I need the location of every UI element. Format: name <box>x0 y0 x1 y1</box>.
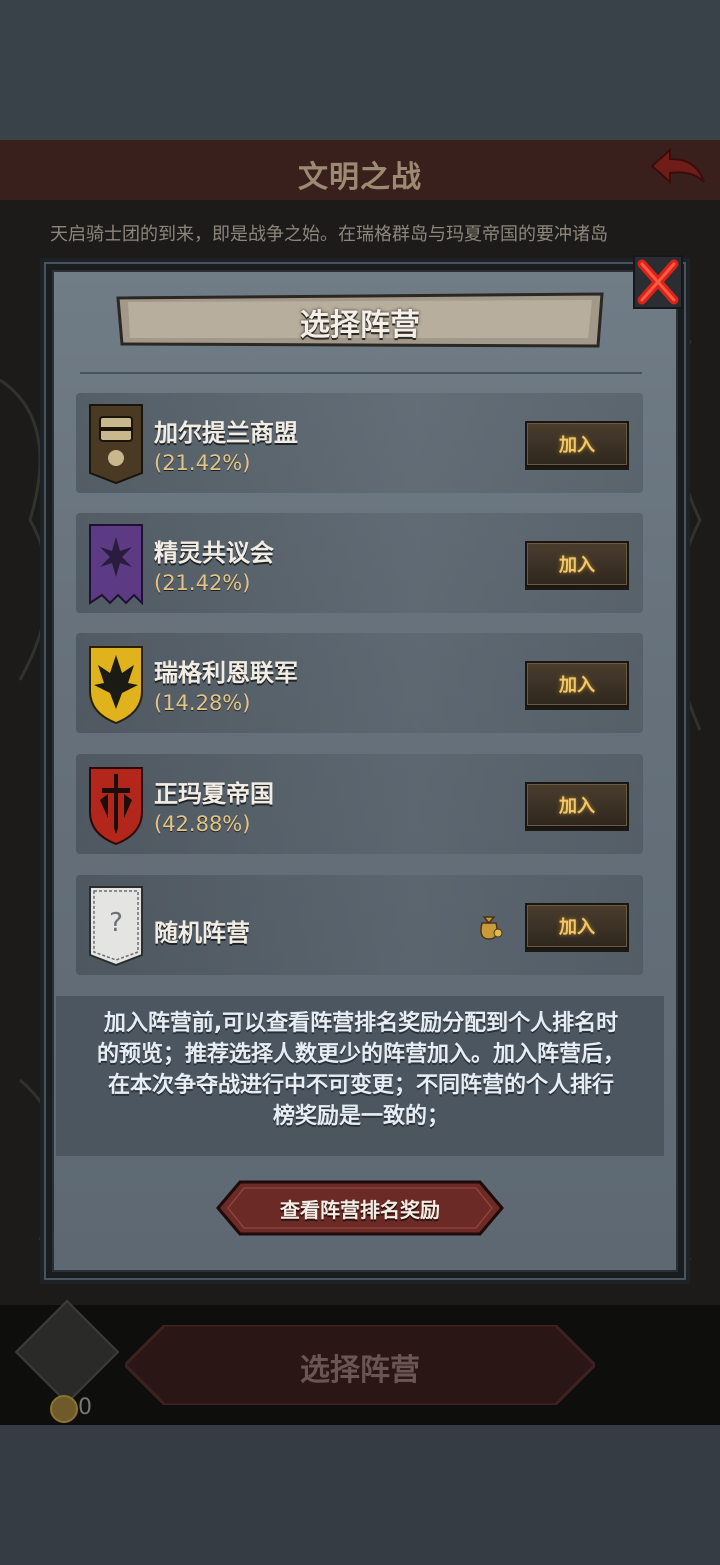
dialog-title: 选择阵营 <box>300 308 420 343</box>
back-arrow-icon[interactable] <box>648 146 708 190</box>
join-button[interactable]: 加入 <box>525 903 629 949</box>
coin-pouch-icon <box>480 916 503 940</box>
background-intro-text: 天启骑士团的到来，即是战争之始。在瑞格群岛与玛夏帝国的要冲诸岛 <box>50 224 608 245</box>
svg-text:?: ? <box>109 908 123 938</box>
join-button[interactable]: 加入 <box>525 421 629 467</box>
info-text: 加入阵营前,可以查看阵营排名奖励分配到个人排名时 的预览；推荐选择人数更少的阵营… <box>66 1008 656 1132</box>
faction-name: 正玛夏帝国 <box>154 780 274 808</box>
purple-flower-banner-icon <box>89 524 143 605</box>
join-button[interactable]: 加入 <box>525 541 629 587</box>
faction-row-regalion: 瑞格利恩联军 (14.28%) 加入 <box>76 633 643 733</box>
title-divider <box>80 372 642 374</box>
view-rank-rewards-label: 查看阵营排名奖励 <box>280 1198 440 1222</box>
treasure-chest-banner-icon <box>89 404 143 485</box>
faction-row-masha: 正玛夏帝国 (42.88%) 加入 <box>76 754 643 854</box>
faction-percentage: (21.42%) <box>154 571 251 595</box>
faction-row-galtilan: 加尔提兰商盟 (21.42%) 加入 <box>76 393 643 493</box>
red-sword-shield-icon <box>89 767 143 846</box>
faction-name: 精灵共议会 <box>154 539 274 567</box>
background-title: 文明之战 <box>298 160 422 195</box>
info-line: 榜奖励是一致的； <box>272 1104 449 1129</box>
faction-row-random: ? 随机阵营 加入 <box>76 875 643 975</box>
info-line: 在本次争夺战进行中不可变更；不同阵营的个人排行 <box>107 1073 614 1098</box>
faction-name: 随机阵营 <box>154 919 250 947</box>
faction-percentage: (14.28%) <box>154 691 251 715</box>
faction-row-elven: 精灵共议会 (21.42%) 加入 <box>76 513 643 613</box>
info-line: 的预览；推荐选择人数更少的阵营加入。加入阵营后， <box>96 1042 625 1067</box>
join-button[interactable]: 加入 <box>525 661 629 707</box>
top-letterbox <box>0 0 720 140</box>
close-icon[interactable] <box>632 254 684 310</box>
info-line: 加入阵营前,可以查看阵营排名奖励分配到个人排名时 <box>103 1011 619 1036</box>
yellow-eagle-shield-icon <box>89 646 143 725</box>
question-banner-icon: ? <box>89 886 143 967</box>
faction-name: 瑞格利恩联军 <box>154 659 298 687</box>
background-select-label: 选择阵营 <box>300 1353 420 1388</box>
join-button[interactable]: 加入 <box>525 782 629 828</box>
coin-icon <box>50 1395 78 1423</box>
faction-percentage: (21.42%) <box>154 451 251 475</box>
faction-name: 加尔提兰商盟 <box>154 419 298 447</box>
bottom-letterbox <box>0 1425 720 1565</box>
coin-count: 0 <box>78 1395 92 1420</box>
faction-percentage: (42.88%) <box>154 812 251 836</box>
